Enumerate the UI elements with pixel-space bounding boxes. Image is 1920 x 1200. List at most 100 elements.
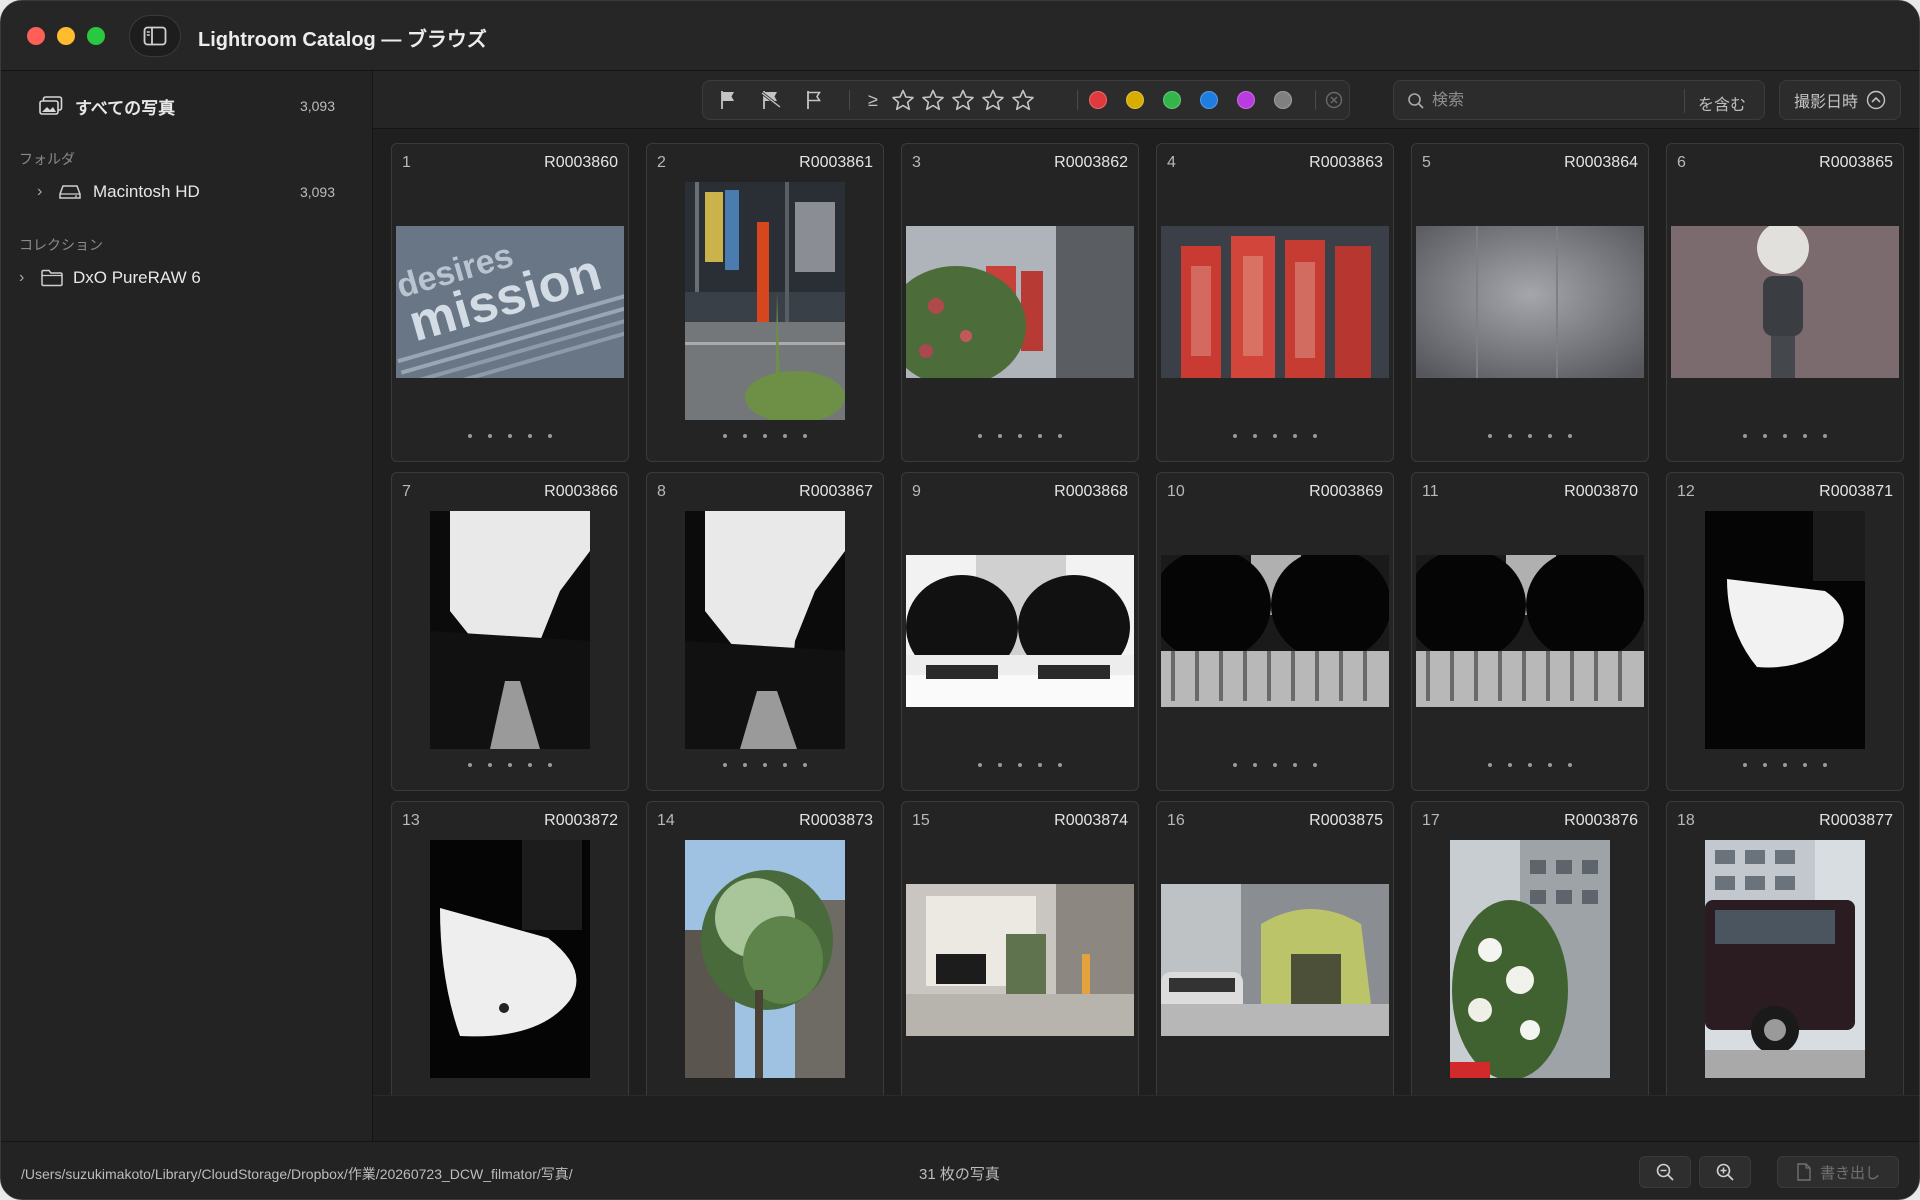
star-rating[interactable]	[902, 759, 1138, 771]
star-rating[interactable]	[1157, 430, 1393, 442]
photo-filename: R0003866	[544, 483, 618, 500]
star-rating[interactable]	[1412, 759, 1648, 771]
star-rating[interactable]	[647, 430, 883, 442]
search-input[interactable]	[1432, 89, 1712, 113]
photo-card[interactable]: 13 R0003872	[391, 801, 629, 1095]
sidebar-item-count: 3,093	[299, 98, 335, 114]
photo-thumbnail[interactable]	[1161, 555, 1389, 707]
photo-card[interactable]: 9 R0003868	[901, 472, 1139, 791]
sidebar-item-all-photos[interactable]: すべての写真 3,093	[39, 91, 369, 121]
photo-card[interactable]: 4 R0003863	[1156, 143, 1394, 462]
photo-index: 13	[402, 812, 420, 829]
rating-operator[interactable]: ≥	[861, 81, 885, 119]
star-rating[interactable]	[1667, 759, 1903, 771]
zoom-out-button[interactable]	[1639, 1156, 1691, 1188]
color-label-blue[interactable]	[1200, 91, 1218, 109]
photo-filename: R0003875	[1309, 812, 1383, 829]
status-bar: /Users/suzukimakoto/Library/CloudStorage…	[1, 1141, 1919, 1199]
color-label-red[interactable]	[1089, 91, 1107, 109]
filter-bar: ≥	[702, 80, 1350, 120]
photo-card[interactable]: 14 R0003873	[646, 801, 884, 1095]
chevron-up-circle-icon	[1866, 90, 1886, 110]
photo-card[interactable]: 18 R0003877	[1666, 801, 1904, 1095]
search-mode-dropdown[interactable]: を含む	[1698, 91, 1746, 115]
photo-thumbnail[interactable]	[685, 840, 845, 1078]
star-icon[interactable]	[981, 89, 1005, 111]
photo-thumbnail[interactable]	[1450, 840, 1610, 1078]
flag-rejected-filter[interactable]	[759, 81, 783, 119]
star-icon[interactable]	[891, 89, 915, 111]
color-label-filter	[1089, 81, 1309, 119]
grid-footer-space	[373, 1095, 1919, 1141]
photo-card[interactable]: 16 R0003875	[1156, 801, 1394, 1095]
photo-card[interactable]: 6 R0003865	[1666, 143, 1904, 462]
photo-thumbnail[interactable]	[1705, 511, 1865, 749]
photo-card[interactable]: 15 R0003874	[901, 801, 1139, 1095]
folder-icon	[41, 269, 63, 287]
photo-thumbnail[interactable]	[1705, 840, 1865, 1078]
star-rating[interactable]	[1667, 430, 1903, 442]
photo-thumbnail[interactable]: desires mission	[396, 226, 624, 378]
photo-thumbnail[interactable]	[430, 511, 590, 749]
photo-index: 10	[1167, 483, 1185, 500]
photo-card[interactable]: 10 R0003869	[1156, 472, 1394, 791]
photo-grid: 1 R0003860 desires mission 2 R0003861 3 …	[373, 129, 1919, 1095]
photo-card[interactable]: 12 R0003871	[1666, 472, 1904, 791]
star-icon[interactable]	[951, 89, 975, 111]
chevron-right-icon[interactable]: ›	[19, 269, 35, 287]
star-rating[interactable]	[902, 430, 1138, 442]
flag-outline-icon	[807, 91, 821, 109]
sidebar-item-dxo-pureraw[interactable]: › DxO PureRAW 6	[19, 263, 369, 293]
photo-thumbnail[interactable]	[1161, 226, 1389, 378]
photo-card[interactable]: 8 R0003867	[646, 472, 884, 791]
photo-card[interactable]: 3 R0003862	[901, 143, 1139, 462]
photo-thumbnail[interactable]	[906, 555, 1134, 707]
photo-thumbnail[interactable]	[1671, 226, 1899, 378]
photo-index: 7	[402, 483, 411, 500]
photo-thumbnail[interactable]	[430, 840, 590, 1078]
photo-card[interactable]: 11 R0003870	[1411, 472, 1649, 791]
photo-card[interactable]: 17 R0003876	[1411, 801, 1649, 1095]
export-button[interactable]: 書き出し	[1777, 1156, 1899, 1188]
photo-thumbnail[interactable]	[1161, 884, 1389, 1036]
photo-thumbnail[interactable]	[1416, 555, 1644, 707]
photo-thumbnail[interactable]	[906, 226, 1134, 378]
photo-thumbnail[interactable]	[685, 182, 845, 420]
photo-card[interactable]: 2 R0003861	[646, 143, 884, 462]
chevron-right-icon[interactable]: ›	[37, 183, 53, 201]
zoom-window-button[interactable]	[87, 27, 105, 45]
photo-filename: R0003869	[1309, 483, 1383, 500]
photo-thumbnail[interactable]	[685, 511, 845, 749]
star-rating[interactable]	[392, 430, 628, 442]
star-icon[interactable]	[1011, 89, 1035, 111]
close-window-button[interactable]	[27, 27, 45, 45]
sort-button[interactable]: 撮影日時	[1779, 80, 1901, 120]
sidebar-toggle-button[interactable]	[129, 15, 181, 57]
flag-unflagged-filter[interactable]	[803, 81, 825, 119]
color-label-yellow[interactable]	[1126, 91, 1144, 109]
star-rating[interactable]	[392, 759, 628, 771]
star-rating[interactable]	[647, 759, 883, 771]
color-label-purple[interactable]	[1237, 91, 1255, 109]
photo-filename: R0003861	[799, 154, 873, 171]
photo-thumbnail[interactable]	[1416, 226, 1644, 378]
sidebar-item-macintosh-hd[interactable]: › Macintosh HD 3,093	[37, 177, 369, 207]
divider	[849, 90, 850, 110]
color-label-green[interactable]	[1163, 91, 1181, 109]
star-icon[interactable]	[921, 89, 945, 111]
zoom-out-icon	[1656, 1163, 1674, 1181]
minimize-window-button[interactable]	[57, 27, 75, 45]
star-rating[interactable]	[1412, 430, 1648, 442]
photo-index: 2	[657, 154, 666, 171]
star-rating[interactable]	[1157, 759, 1393, 771]
divider	[1315, 90, 1316, 110]
color-label-gray[interactable]	[1274, 91, 1292, 109]
clear-filter-button[interactable]	[1323, 81, 1345, 119]
zoom-in-button[interactable]	[1699, 1156, 1751, 1188]
photo-filename: R0003871	[1819, 483, 1893, 500]
photo-card[interactable]: 7 R0003866	[391, 472, 629, 791]
flag-picked-filter[interactable]	[717, 81, 739, 119]
photo-thumbnail[interactable]	[906, 884, 1134, 1036]
photo-card[interactable]: 1 R0003860 desires mission	[391, 143, 629, 462]
photo-card[interactable]: 5 R0003864	[1411, 143, 1649, 462]
